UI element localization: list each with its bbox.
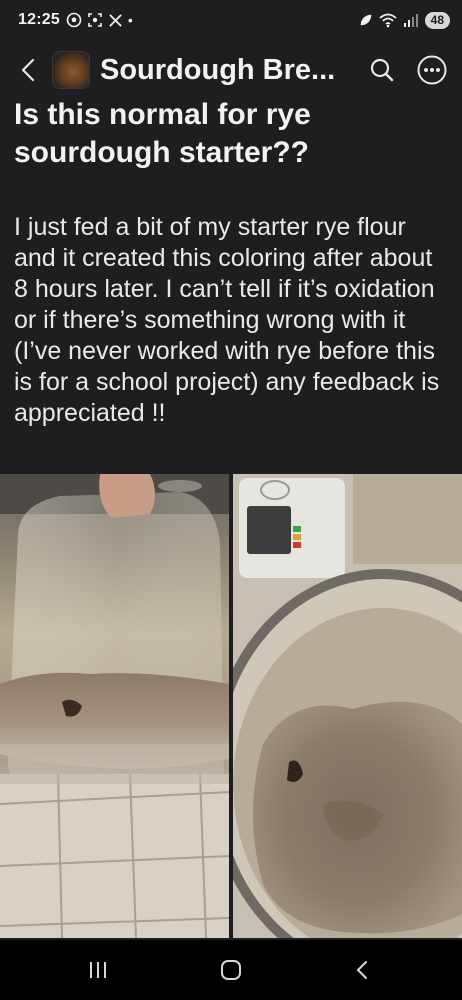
community-header: Sourdough Bre...: [0, 44, 462, 96]
system-back-button[interactable]: [334, 952, 390, 988]
community-name[interactable]: Sourdough Bre...: [100, 54, 335, 87]
back-arrow-icon: [21, 58, 35, 82]
home-icon: [221, 960, 241, 980]
soccer-ball-icon: [66, 12, 82, 28]
battery-icon: 48: [424, 11, 450, 29]
back-icon: [356, 961, 367, 979]
notification-dot: •: [127, 12, 133, 28]
x-logo-icon: [109, 13, 122, 27]
signal-icon: [403, 14, 418, 27]
leaf-icon: [360, 14, 371, 26]
post-body: I just fed a bit of my starter rye flour…: [14, 213, 440, 427]
more-options-icon: [417, 55, 447, 85]
more-options-button[interactable]: [414, 52, 450, 88]
post-title: Is this normal for rye sourdough starter…: [14, 98, 311, 169]
back-button[interactable]: [10, 48, 46, 92]
search-button[interactable]: [362, 50, 402, 90]
search-icon: [370, 58, 394, 82]
post-image-jar-top[interactable]: [233, 474, 462, 938]
community-avatar[interactable]: [52, 51, 90, 89]
post-image-jar-side[interactable]: [0, 474, 229, 938]
status-bar: 12:25 • 48: [0, 0, 462, 40]
jar-top-photo: [233, 474, 462, 938]
post-image-gallery[interactable]: [0, 474, 462, 938]
recent-apps-icon: [90, 962, 106, 978]
system-navigation-bar: [0, 940, 462, 1000]
jar-side-photo: [0, 474, 229, 938]
status-time: 12:25: [18, 11, 60, 28]
screenshot-icon: [88, 13, 102, 27]
recent-apps-button[interactable]: [70, 952, 126, 988]
wifi-icon: [379, 13, 397, 28]
home-button[interactable]: [203, 952, 259, 988]
